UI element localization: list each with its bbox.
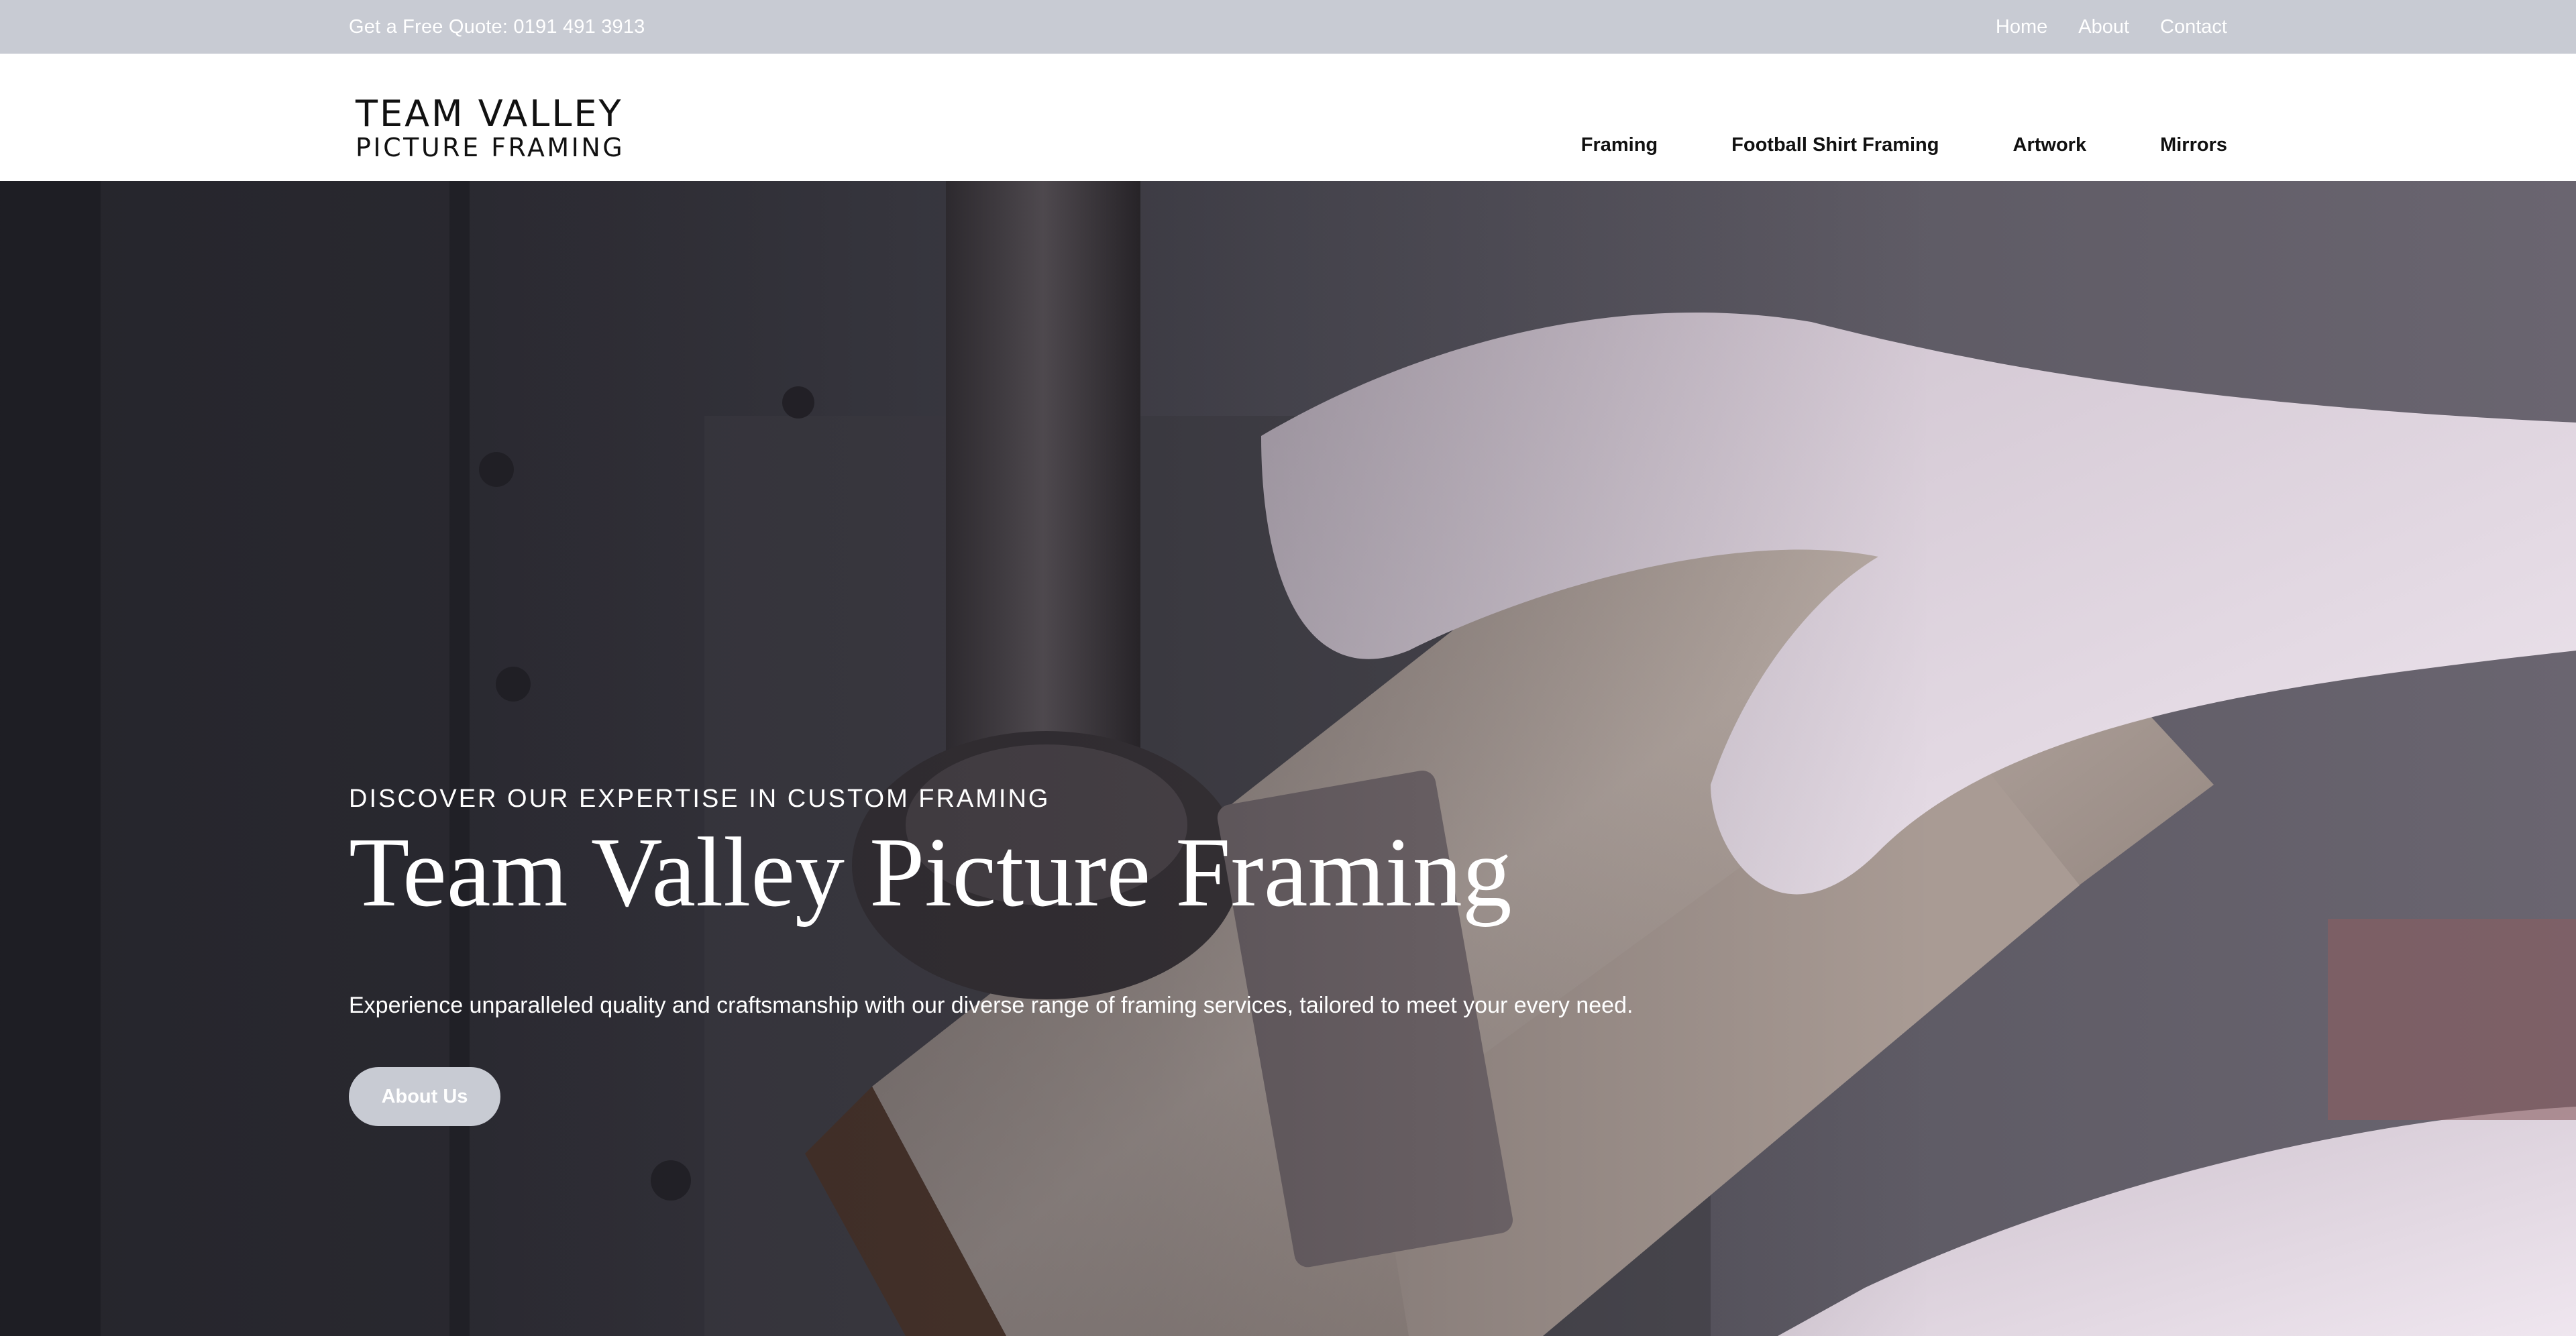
nav-item-football-shirt-framing[interactable]: Football Shirt Framing bbox=[1731, 134, 1939, 156]
about-us-button[interactable]: About Us bbox=[349, 1067, 500, 1127]
nav-item-framing[interactable]: Framing bbox=[1581, 134, 1658, 156]
site-logo[interactable]: TEAM VALLEY PICTURE FRAMING bbox=[356, 93, 625, 163]
free-quote-phone[interactable]: Get a Free Quote: 0191 491 3913 bbox=[349, 0, 645, 54]
top-nav-home[interactable]: Home bbox=[1996, 16, 2047, 38]
top-nav-contact[interactable]: Contact bbox=[2160, 16, 2227, 38]
nav-item-artwork[interactable]: Artwork bbox=[2013, 134, 2087, 156]
top-nav: Home About Contact bbox=[1996, 0, 2227, 54]
hero-overlay bbox=[0, 181, 2576, 1336]
hero-title: Team Valley Picture Framing bbox=[349, 818, 1512, 928]
hero-content: DISCOVER OUR EXPERTISE IN CUSTOM FRAMING… bbox=[349, 785, 1959, 1127]
hero-section: DISCOVER OUR EXPERTISE IN CUSTOM FRAMING… bbox=[0, 181, 2576, 1336]
nav-item-mirrors[interactable]: Mirrors bbox=[2160, 134, 2227, 156]
top-nav-about[interactable]: About bbox=[2078, 16, 2129, 38]
hero-eyebrow: DISCOVER OUR EXPERTISE IN CUSTOM FRAMING bbox=[349, 785, 1051, 813]
top-bar: Get a Free Quote: 0191 491 3913 Home Abo… bbox=[0, 0, 2576, 54]
site-header: TEAM VALLEY PICTURE FRAMING Framing Foot… bbox=[0, 54, 2576, 181]
hero-subtitle: Experience unparalleled quality and craf… bbox=[349, 993, 1633, 1019]
main-nav: Framing Football Shirt Framing Artwork M… bbox=[1581, 134, 2227, 156]
logo-text-line2: PICTURE FRAMING bbox=[356, 133, 625, 162]
logo-text-line1: TEAM VALLEY bbox=[356, 93, 623, 135]
